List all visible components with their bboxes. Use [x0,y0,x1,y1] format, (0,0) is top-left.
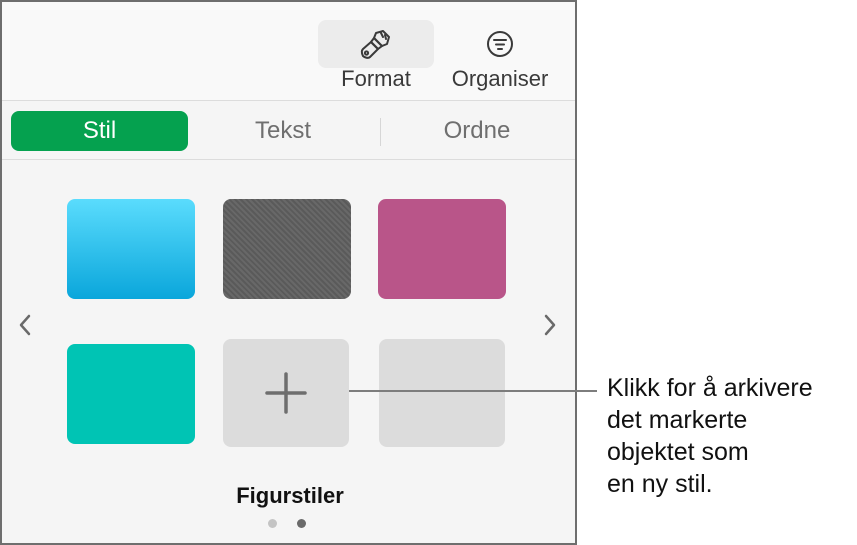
filter-list-icon [487,31,513,57]
tab-bar: Stil Tekst Ordne [2,101,575,160]
tab-tekst[interactable]: Tekst [192,111,374,151]
chevron-right-icon [544,314,556,336]
previous-page-button[interactable] [15,310,35,340]
format-button[interactable] [318,20,434,68]
format-button-label: Format [341,66,411,91]
callout-line-4: en ny stil. [607,470,713,498]
organiser-button[interactable] [442,20,558,68]
callout-line-2: det markerte [607,406,748,434]
paintbrush-icon [360,30,390,59]
callout-text: Klikk for å arkivere det markerte objekt… [607,372,857,500]
style-swatch-blue[interactable] [67,199,195,299]
organiser-button-label: Organiser [451,66,549,91]
tab-ordne[interactable]: Ordne [386,111,568,151]
page-dot-2-active[interactable] [297,519,306,528]
styles-title: Figurstiler [236,483,344,508]
tab-stil[interactable]: Stil [11,111,188,151]
add-style-button[interactable] [223,339,349,447]
callout-line-3: objektet som [607,438,749,466]
style-swatch-teal[interactable] [67,344,195,444]
inspector-toolbar: Format Organiser [2,2,575,101]
style-swatch-dark-gray[interactable] [223,199,351,299]
empty-style-slot [379,339,505,447]
callout-line [349,390,597,392]
plus-icon [265,372,307,414]
next-page-button[interactable] [540,310,560,340]
page-dot-1[interactable] [268,519,277,528]
callout-line-1: Klikk for å arkivere [607,374,813,402]
tab-divider [380,118,381,146]
format-inspector-panel: Format Organiser Stil Tekst Ordne Figurs… [0,0,577,545]
style-swatch-magenta[interactable] [378,199,506,299]
chevron-left-icon [19,314,31,336]
